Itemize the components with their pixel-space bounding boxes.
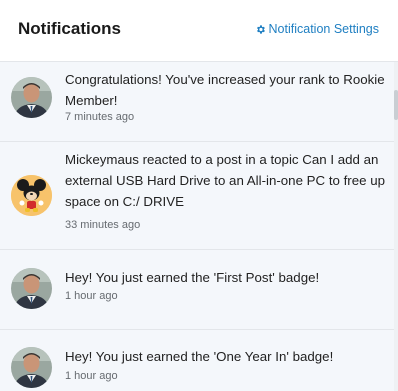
user-photo-icon: [11, 77, 52, 118]
notification-time: 7 minutes ago: [65, 111, 135, 123]
notification-item[interactable]: Mickeymaus reacted to a post in a topic …: [0, 142, 394, 250]
notification-item[interactable]: Hey! You just earned the 'First Post' ba…: [0, 250, 394, 330]
gear-icon: [256, 24, 265, 34]
notification-list: Congratulations! You've increased your r…: [0, 62, 398, 391]
avatar: [11, 77, 52, 118]
notifications-header: Notifications Notification Settings: [0, 0, 398, 62]
user-photo-icon: [11, 268, 52, 309]
mickey-mouse-icon: [11, 175, 52, 216]
notification-item[interactable]: Hey! You just earned the 'One Year In' b…: [0, 330, 394, 391]
notification-settings-label: Notification Settings: [268, 22, 379, 36]
notification-time: 1 hour ago: [65, 290, 118, 302]
page-title: Notifications: [18, 19, 121, 38]
notification-text: Mickeymaus reacted to a post in a topic …: [65, 152, 386, 209]
notification-item[interactable]: Congratulations! You've increased your r…: [0, 62, 394, 142]
notification-text: Hey! You just earned the 'One Year In' b…: [65, 349, 334, 364]
notification-text: Congratulations! You've increased your r…: [65, 72, 385, 108]
notification-settings-link[interactable]: Notification Settings: [255, 22, 379, 36]
notifications-panel: Notifications Notification Settings Cong…: [0, 0, 398, 391]
notification-time: 1 hour ago: [65, 370, 118, 382]
notification-time: 33 minutes ago: [65, 219, 141, 231]
scrollbar-thumb[interactable]: [394, 90, 398, 120]
avatar: [11, 175, 52, 216]
avatar: [11, 347, 52, 388]
notification-text: Hey! You just earned the 'First Post' ba…: [65, 270, 320, 285]
user-photo-icon: [11, 347, 52, 388]
avatar: [11, 268, 52, 309]
